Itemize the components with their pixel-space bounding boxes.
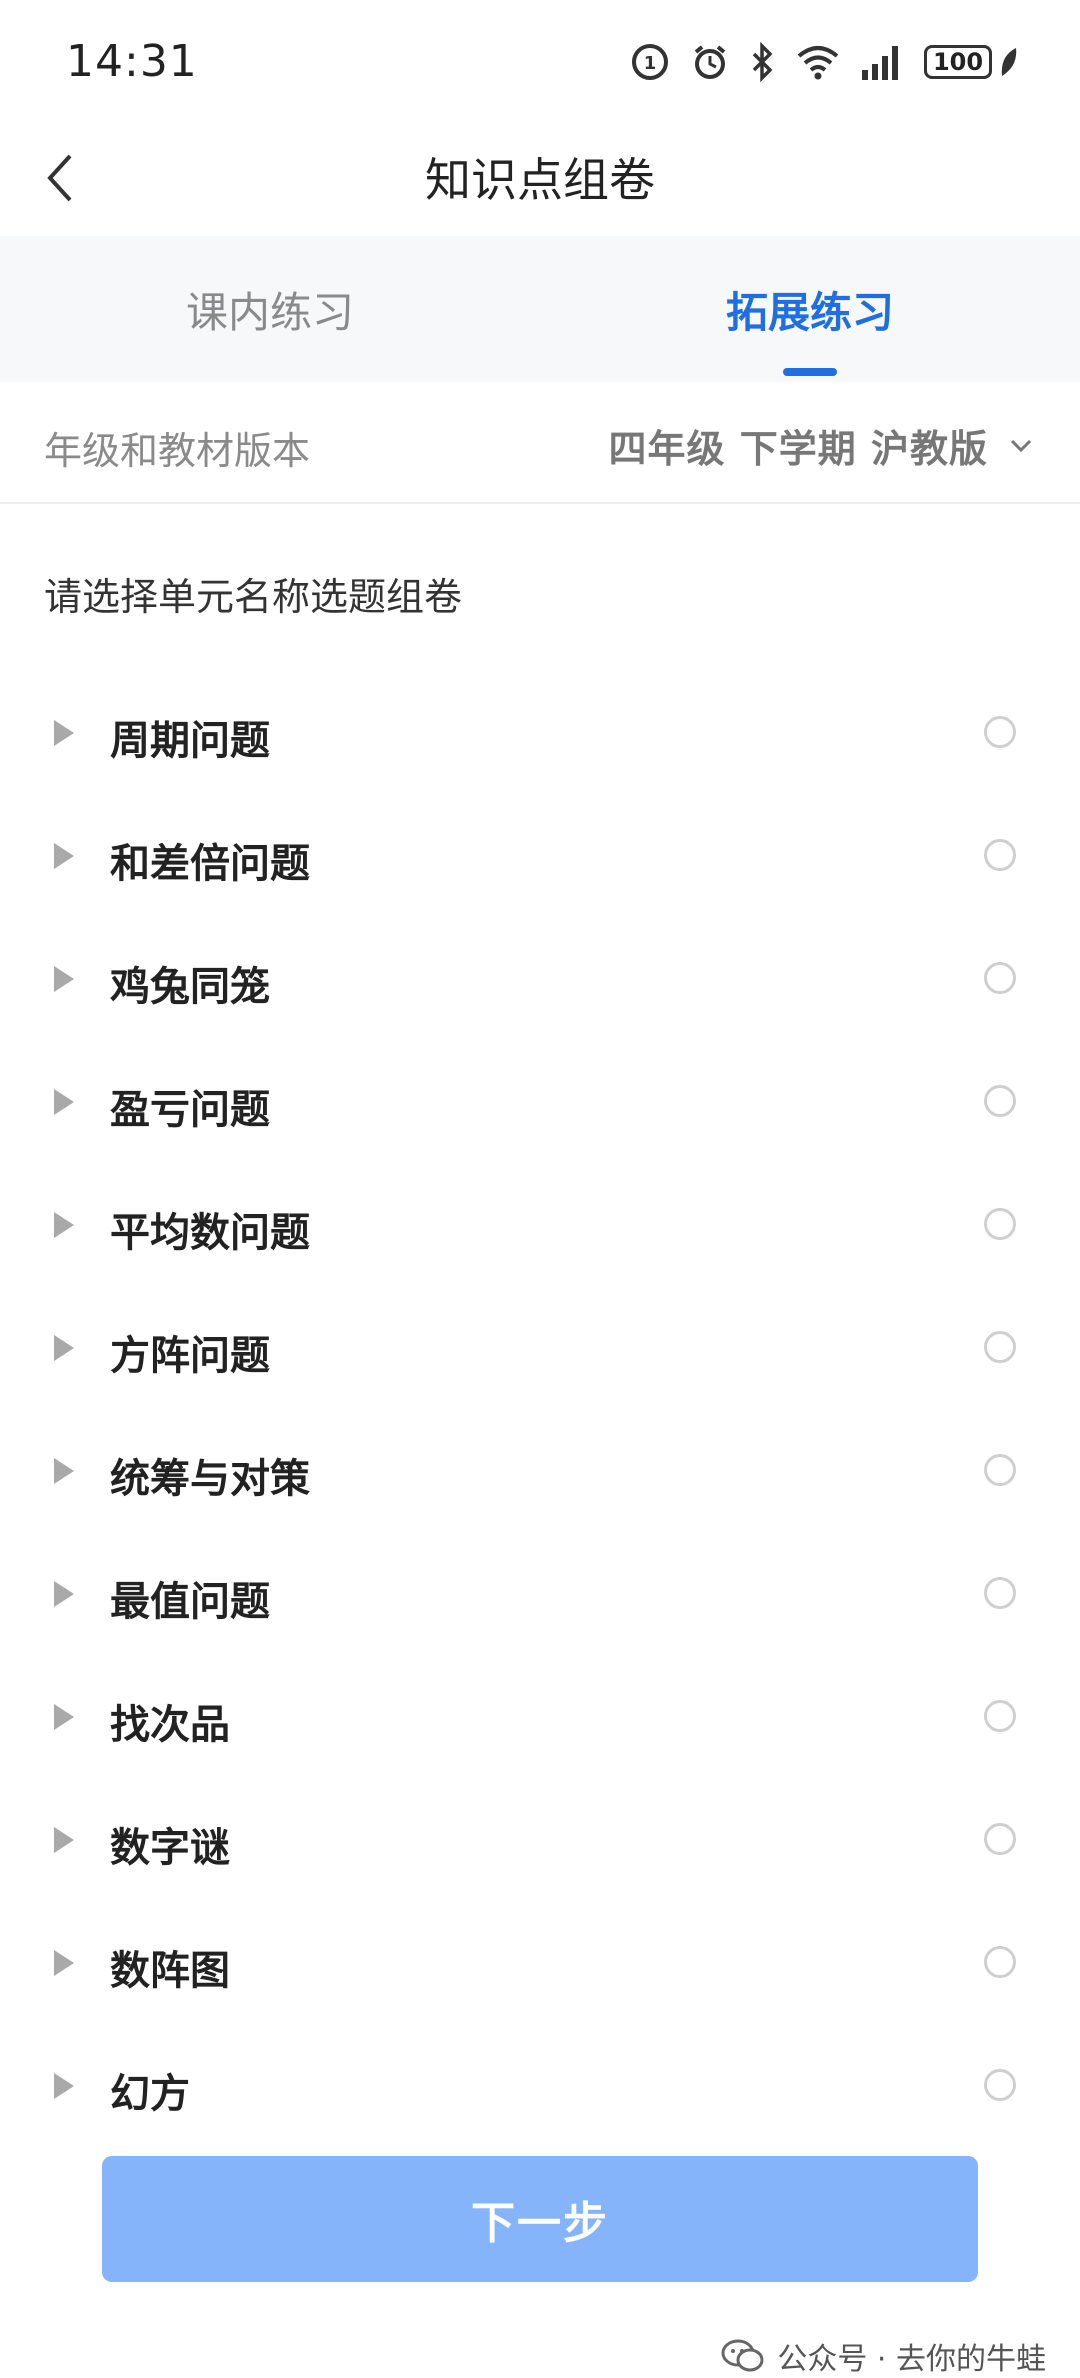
list-item[interactable]: 找次品 (0, 1656, 1080, 1779)
chevron-down-icon (1010, 439, 1032, 452)
unit-name: 找次品 (110, 1702, 230, 1748)
list-item[interactable]: 盈亏问题 (0, 1041, 1080, 1164)
active-tab-indicator (783, 368, 837, 376)
unit-radio[interactable] (984, 2069, 1016, 2101)
battery-icon: 100 (924, 44, 1020, 80)
unit-name: 周期问题 (110, 718, 270, 764)
unit-name: 数阵图 (110, 1948, 230, 1994)
unit-name: 和差倍问题 (110, 841, 310, 887)
tab-in-class-practice[interactable]: 课内练习 (0, 236, 540, 382)
list-item[interactable]: 数阵图 (0, 1902, 1080, 2025)
unit-name: 最值问题 (110, 1579, 270, 1625)
header: 知识点组卷 (0, 120, 1080, 236)
expand-arrow-icon[interactable] (54, 1458, 74, 1484)
unit-radio[interactable] (984, 1577, 1016, 1609)
grade-value: 四年级 下学期 沪教版 (608, 427, 988, 471)
alarm-icon (694, 45, 726, 79)
unit-name: 盈亏问题 (110, 1087, 270, 1133)
signal-icon (862, 46, 898, 80)
expand-arrow-icon[interactable] (54, 1581, 74, 1607)
unit-name: 鸡兔同笼 (110, 964, 270, 1010)
svg-text:1: 1 (644, 53, 657, 74)
expand-arrow-icon[interactable] (54, 1704, 74, 1730)
list-item[interactable]: 统筹与对策 (0, 1410, 1080, 1533)
unit-list: 周期问题 和差倍问题 鸡兔同笼 盈亏问题 平均数问题 方阵问题 统筹与对策 最值… (0, 672, 1080, 2148)
unit-name: 数字谜 (110, 1825, 230, 1871)
status-bar: 14:31 1 100 (0, 0, 1080, 120)
unit-name: 幻方 (110, 2071, 190, 2117)
unit-radio[interactable] (984, 1454, 1016, 1486)
expand-arrow-icon[interactable] (54, 966, 74, 992)
list-item[interactable]: 鸡兔同笼 (0, 918, 1080, 1041)
expand-arrow-icon[interactable] (54, 1089, 74, 1115)
list-item[interactable]: 平均数问题 (0, 1164, 1080, 1287)
list-item[interactable]: 周期问题 (0, 672, 1080, 795)
bluetooth-icon (752, 42, 773, 82)
unit-radio[interactable] (984, 1331, 1016, 1363)
wechat-icon (721, 2339, 764, 2372)
hd-call-icon: 1 (632, 44, 668, 80)
grade-label: 年级和教材版本 (44, 429, 311, 473)
leaf-icon (1001, 48, 1017, 76)
instruction-text: 请选择单元名称选题组卷 (44, 575, 463, 619)
grade-selector-row: 年级和教材版本 四年级 下学期 沪教版 (0, 382, 1080, 504)
unit-radio[interactable] (984, 1208, 1016, 1240)
tab-label: 拓展练习 (725, 287, 894, 337)
list-item[interactable]: 方阵问题 (0, 1287, 1080, 1410)
next-step-button[interactable]: 下一步 (102, 2156, 978, 2282)
unit-name: 统筹与对策 (110, 1456, 310, 1502)
unit-radio[interactable] (984, 1823, 1016, 1855)
unit-radio[interactable] (984, 716, 1016, 748)
tab-extended-practice[interactable]: 拓展练习 (540, 236, 1080, 382)
unit-radio[interactable] (984, 962, 1016, 994)
unit-radio[interactable] (984, 839, 1016, 871)
status-time: 14:31 (66, 36, 198, 87)
expand-arrow-icon[interactable] (54, 720, 74, 746)
wifi-icon (797, 46, 839, 80)
status-icons: 1 100 (630, 40, 1020, 84)
tab-bar: 课内练习 拓展练习 (0, 236, 1080, 382)
expand-arrow-icon[interactable] (54, 1335, 74, 1361)
expand-arrow-icon[interactable] (54, 843, 74, 869)
battery-level: 100 (924, 45, 992, 79)
unit-radio[interactable] (984, 1946, 1016, 1978)
expand-arrow-icon[interactable] (54, 1950, 74, 1976)
expand-arrow-icon[interactable] (54, 1212, 74, 1238)
page-title: 知识点组卷 (425, 153, 655, 207)
unit-name: 方阵问题 (110, 1333, 270, 1379)
unit-radio[interactable] (984, 1700, 1016, 1732)
unit-radio[interactable] (984, 1085, 1016, 1117)
list-item[interactable]: 数字谜 (0, 1779, 1080, 1902)
watermark-text: 公众号 · 去你的牛蛙 (777, 2342, 1046, 2377)
expand-arrow-icon[interactable] (54, 2073, 74, 2099)
watermark: 公众号 · 去你的牛蛙 (721, 2334, 1046, 2378)
grade-dropdown[interactable]: 四年级 下学期 沪教版 (609, 418, 1032, 473)
list-item[interactable]: 和差倍问题 (0, 795, 1080, 918)
expand-arrow-icon[interactable] (54, 1827, 74, 1853)
tab-label: 课内练习 (185, 287, 354, 337)
unit-name: 平均数问题 (110, 1210, 310, 1256)
list-item[interactable]: 幻方 (0, 2025, 1080, 2148)
list-item[interactable]: 最值问题 (0, 1533, 1080, 1656)
